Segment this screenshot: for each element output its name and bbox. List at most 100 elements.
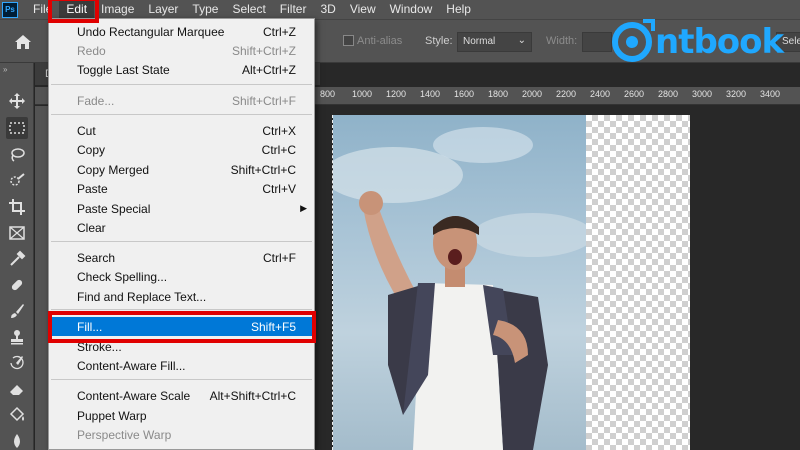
ruler-tick: 3200 [726, 89, 747, 99]
menu-item-shortcut: Shift+Ctrl+F [231, 94, 296, 108]
brand-logo-icon [612, 19, 655, 62]
frame-tool-icon[interactable] [6, 222, 28, 244]
menu-3d[interactable]: 3D [313, 0, 342, 19]
marquee-selection [332, 115, 334, 450]
edit-menu-highlight-box [48, 0, 99, 23]
menu-item-label: Perspective Warp [77, 428, 172, 442]
menu-separator [51, 309, 312, 310]
menu-item-fade[interactable]: Fade... Shift+Ctrl+F [49, 91, 314, 110]
paint-bucket-tool-icon[interactable] [6, 404, 28, 426]
menu-item-label: Content-Aware Fill... [77, 359, 186, 373]
menu-view[interactable]: View [343, 0, 383, 19]
menu-item-shortcut: Ctrl+X [262, 124, 296, 138]
antialias-label: Anti-alias [357, 35, 403, 47]
menu-select[interactable]: Select [225, 0, 272, 19]
menu-item-content-aware-fill[interactable]: Content-Aware Fill... [49, 356, 314, 375]
menu-image[interactable]: Image [94, 0, 141, 19]
menu-item-label: Redo [77, 44, 106, 58]
ruler-tick: 2400 [590, 89, 611, 99]
menu-item-paste[interactable]: Paste Ctrl+V [49, 179, 314, 198]
menu-separator [51, 84, 312, 85]
menu-item-search[interactable]: Search Ctrl+F [49, 248, 314, 267]
style-value: Normal [463, 36, 496, 47]
menu-layer[interactable]: Layer [141, 0, 185, 19]
menu-item-perspective-warp[interactable]: Perspective Warp [49, 425, 314, 444]
width-input[interactable] [582, 32, 612, 52]
collapse-panel-icon[interactable]: » [3, 65, 8, 74]
menu-item-copy[interactable]: Copy Ctrl+C [49, 140, 314, 159]
style-label: Style: [425, 35, 453, 47]
home-icon[interactable] [12, 31, 34, 53]
quick-selection-tool-icon[interactable] [6, 170, 28, 192]
menu-item-clear[interactable]: Clear [49, 218, 314, 237]
menu-item-shortcut: Ctrl+Z [263, 25, 296, 39]
menu-item-label: Clear [77, 221, 106, 235]
photo-layer [333, 115, 586, 450]
menu-item-check-spelling[interactable]: Check Spelling... [49, 267, 314, 286]
menu-help[interactable]: Help [439, 0, 478, 19]
move-tool-icon[interactable] [6, 90, 28, 112]
clone-stamp-tool-icon[interactable] [6, 326, 28, 348]
menu-separator [51, 114, 312, 115]
menu-item-label: Fade... [77, 94, 115, 108]
menu-item-paste-special[interactable]: Paste Special ▶ [49, 199, 314, 218]
history-brush-tool-icon[interactable] [6, 352, 28, 374]
menu-item-label: Paste Special [77, 202, 151, 216]
menu-item-label: Copy [77, 143, 106, 157]
eyedropper-tool-icon[interactable] [6, 248, 28, 270]
menu-item-shortcut: Shift+Ctrl+Z [231, 44, 296, 58]
brush-tool-icon[interactable] [6, 300, 28, 322]
menu-item-label: Toggle Last State [77, 63, 170, 77]
menu-filter[interactable]: Filter [273, 0, 314, 19]
menu-type[interactable]: Type [185, 0, 225, 19]
style-select[interactable]: Normal ⌄ [457, 32, 532, 52]
menu-item-label: Check Spelling... [77, 270, 168, 284]
menu-item-shortcut: Ctrl+F [263, 251, 296, 265]
ruler-tick: 1000 [352, 89, 373, 99]
menu-item-undo[interactable]: Undo Rectangular Marquee Ctrl+Z [49, 22, 314, 41]
menu-item-puppet-warp[interactable]: Puppet Warp [49, 406, 314, 425]
menu-item-cut[interactable]: Cut Ctrl+X [49, 121, 314, 140]
blur-tool-icon[interactable] [6, 430, 28, 450]
lasso-tool-icon[interactable] [6, 144, 28, 166]
menu-item-redo[interactable]: Redo Shift+Ctrl+Z [49, 41, 314, 60]
menu-item-copy-merged[interactable]: Copy Merged Shift+Ctrl+C [49, 160, 314, 179]
eraser-tool-icon[interactable] [6, 378, 28, 400]
menu-item-content-aware-scale[interactable]: Content-Aware Scale Alt+Shift+Ctrl+C [49, 386, 314, 405]
menu-item-shortcut: Shift+Ctrl+C [230, 163, 296, 177]
menu-item-shortcut: Ctrl+C [261, 143, 296, 157]
healing-brush-tool-icon[interactable] [6, 274, 28, 296]
antialias-checkbox[interactable] [343, 35, 354, 46]
menu-item-shortcut: Ctrl+V [262, 182, 296, 196]
menu-item-label: Copy Merged [77, 163, 150, 177]
rectangular-marquee-tool-icon[interactable] [6, 117, 28, 139]
menu-item-shortcut: Alt+Ctrl+Z [241, 63, 296, 77]
brand-name: ntbook [655, 22, 784, 62]
ntbook-logo: ntbook [611, 18, 791, 68]
width-label: Width: [546, 35, 578, 47]
ruler-tick: 1600 [454, 89, 475, 99]
vertical-ruler [35, 106, 49, 450]
ruler-tick: 800 [320, 89, 336, 99]
menu-separator [51, 241, 312, 242]
ruler-tick: 1400 [420, 89, 441, 99]
menu-item-toggle-last-state[interactable]: Toggle Last State Alt+Ctrl+Z [49, 60, 314, 79]
fill-item-highlight-box [48, 311, 316, 343]
transparent-area [586, 115, 690, 450]
ruler-tick: 3000 [692, 89, 713, 99]
menu-item-label: Puppet Warp [77, 409, 147, 423]
menu-item-label: Search [77, 251, 116, 265]
document-canvas[interactable] [333, 115, 690, 450]
chevron-down-icon: ⌄ [517, 35, 526, 46]
photoshop-logo-icon[interactable]: Ps [2, 1, 18, 18]
tools-panel: » [0, 63, 34, 450]
edit-menu-dropdown: Undo Rectangular Marquee Ctrl+Z Redo Shi… [48, 18, 315, 450]
ruler-tick: 2200 [556, 89, 577, 99]
submenu-arrow-icon: ▶ [300, 203, 307, 213]
jumping-man-image [333, 127, 586, 450]
crop-tool-icon[interactable] [6, 196, 28, 218]
ruler-tick: 1800 [488, 89, 509, 99]
menu-item-label: Find and Replace Text... [77, 290, 207, 304]
menu-window[interactable]: Window [383, 0, 440, 19]
menu-item-find-replace[interactable]: Find and Replace Text... [49, 287, 314, 306]
